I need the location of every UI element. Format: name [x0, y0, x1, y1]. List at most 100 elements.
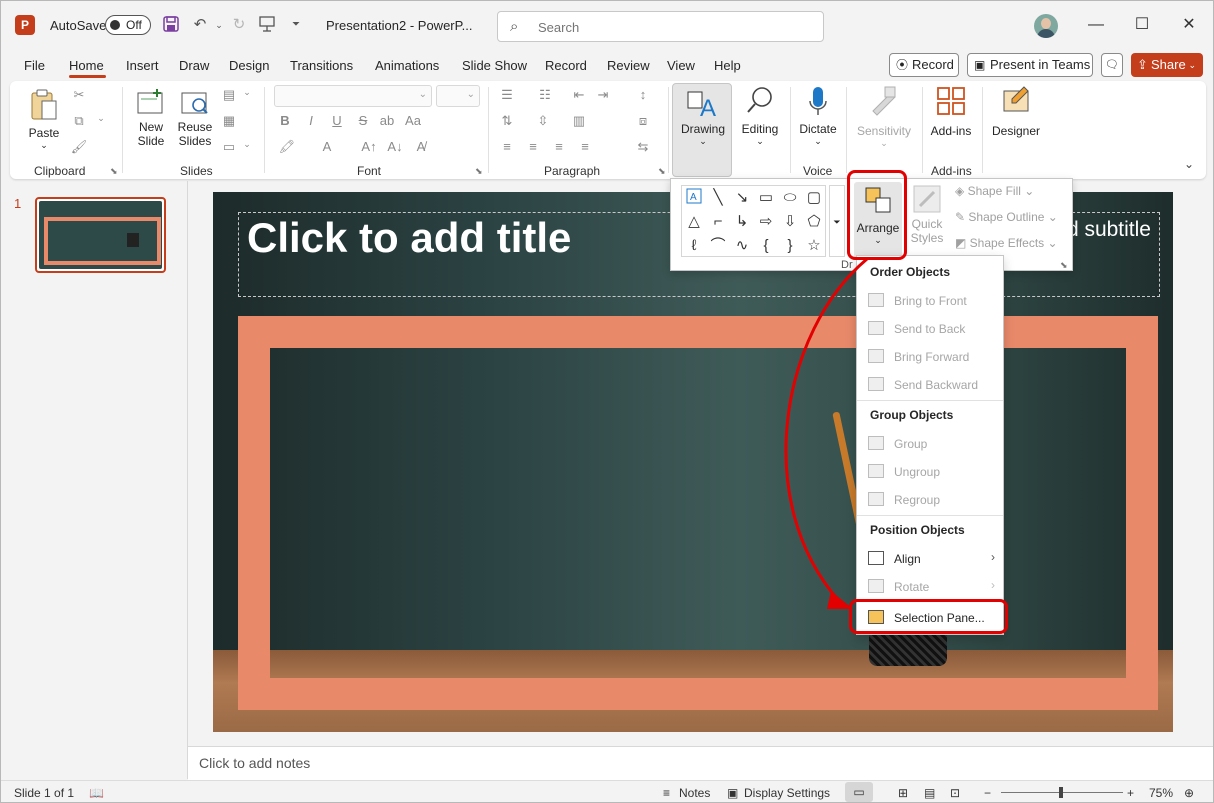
zoom-in-icon[interactable]: + [1127, 786, 1134, 800]
highlight-icon[interactable]: 🖍 [278, 139, 296, 155]
tab-file[interactable]: File [24, 58, 45, 73]
copy-icon[interactable]: ⧉ [70, 113, 88, 129]
format-painter-icon[interactable]: 🖌 [70, 139, 88, 155]
autosave-toggle[interactable]: Off [105, 15, 151, 35]
reading-view-icon[interactable]: ▤ [924, 786, 935, 800]
tab-help[interactable]: Help [714, 58, 741, 73]
align-left-icon[interactable]: ≡ [498, 139, 516, 154]
tab-slide-show[interactable]: Slide Show [462, 58, 527, 73]
shape-outline-button[interactable]: ✎ Shape Outline ⌄ [955, 210, 1058, 224]
regroup-item[interactable]: Regroup [857, 487, 1003, 513]
elbow-connector-shape-icon[interactable]: ⌐ [708, 212, 728, 232]
slide-orange-frame[interactable] [238, 316, 1158, 710]
text-box-shape-icon[interactable]: A [684, 188, 704, 208]
document-title[interactable]: Presentation2 - PowerP... [326, 18, 472, 33]
shape-fill-button[interactable]: ◈ Shape Fill ⌄ [955, 184, 1034, 198]
maximize-icon[interactable]: ☐ [1132, 15, 1152, 35]
shape-effects-button[interactable]: ◩ Shape Effects ⌄ [955, 236, 1058, 250]
tab-transitions[interactable]: Transitions [290, 58, 353, 73]
zoom-slider-thumb[interactable] [1059, 787, 1063, 798]
ungroup-item[interactable]: Ungroup [857, 459, 1003, 485]
designer-button[interactable]: Designer [988, 85, 1044, 138]
decrease-indent-icon[interactable]: ⇤ [570, 87, 588, 103]
editing-button[interactable]: Editing ⌄ [738, 85, 782, 147]
undo-dropdown-icon[interactable]: ⌄ [209, 15, 229, 35]
display-settings-icon[interactable]: ▣ [727, 786, 738, 800]
tab-review[interactable]: Review [607, 58, 650, 73]
slideshow-view-icon[interactable]: ⊡ [950, 786, 960, 800]
shapes-more-icon[interactable]: ⏷ [829, 185, 845, 257]
convert-icon[interactable]: ⇆ [634, 139, 652, 155]
slide-thumbnail[interactable] [35, 197, 166, 273]
save-icon[interactable] [161, 15, 181, 35]
slide-canvas[interactable]: Click to add title d subtitle [213, 192, 1173, 732]
group-item[interactable]: Group [857, 431, 1003, 457]
minimize-icon[interactable]: — [1086, 15, 1106, 35]
comments-button[interactable]: 🗨 [1101, 53, 1123, 77]
tab-animations[interactable]: Animations [375, 58, 439, 73]
tab-home[interactable]: Home [69, 58, 104, 73]
bold-icon[interactable]: B [276, 113, 294, 128]
elbow-arrow-shape-icon[interactable]: ↳ [732, 212, 752, 232]
arrow-line-shape-icon[interactable]: ↘ [732, 188, 752, 208]
font-color-icon[interactable]: A [318, 139, 336, 154]
align-center-icon[interactable]: ≡ [524, 139, 542, 154]
triangle-shape-icon[interactable]: △ [684, 212, 704, 232]
clipboard-launcher-icon[interactable]: ⬊ [110, 166, 118, 177]
right-arrow-shape-icon[interactable]: ⇨ [756, 212, 776, 232]
add-ins-button[interactable]: Add-ins [926, 85, 976, 138]
cut-icon[interactable]: ✂ [70, 87, 88, 103]
line-shape-icon[interactable]: ╲ [708, 188, 728, 208]
sensitivity-button[interactable]: Sensitivity ⌄ [852, 85, 916, 149]
align-item[interactable]: Align › [857, 546, 1003, 572]
present-from-beginning-icon[interactable] [257, 15, 277, 35]
share-button[interactable]: ⇪ Share ⌄ [1131, 53, 1203, 77]
accessibility-icon[interactable]: 📖 [89, 786, 104, 800]
drawing-button[interactable]: A Drawing ⌄ [672, 83, 732, 177]
decrease-font-icon[interactable]: A↓ [386, 139, 404, 154]
italic-icon[interactable]: I [302, 113, 320, 128]
drawing-launcher-icon[interactable]: ⬊ [1060, 260, 1068, 271]
customize-toolbar-icon[interactable]: ⏷ [286, 15, 306, 35]
section-icon[interactable]: ▭ [220, 139, 238, 155]
layout-icon[interactable]: ▤ [220, 87, 238, 103]
underline-icon[interactable]: U [328, 113, 346, 128]
tab-view[interactable]: View [667, 58, 695, 73]
down-arrow-shape-icon[interactable]: ⇩ [780, 212, 800, 232]
rotate-item[interactable]: Rotate › [857, 574, 1003, 600]
notes-toggle[interactable]: Notes [679, 786, 710, 800]
curve-shape-icon[interactable]: ∿ [732, 236, 752, 256]
send-to-back-item[interactable]: Send to Back [857, 316, 1003, 342]
avatar[interactable] [1034, 14, 1058, 38]
increase-font-icon[interactable]: A↑ [360, 139, 378, 154]
send-backward-item[interactable]: Send Backward [857, 372, 1003, 398]
paste-button[interactable]: Paste ⌄ [24, 87, 64, 151]
search-input[interactable] [538, 18, 808, 36]
oval-shape-icon[interactable]: ⬭ [780, 188, 800, 208]
section-dropdown-icon[interactable]: ⌄ [238, 139, 256, 150]
search-box[interactable]: ⌕ [497, 11, 824, 42]
record-button[interactable]: ⦿ Record [889, 53, 959, 77]
arc-shape-icon[interactable]: ⌒ [708, 236, 728, 256]
numbering-icon[interactable]: ☷ [536, 87, 554, 103]
increase-indent-icon[interactable]: ⇥ [594, 87, 612, 103]
align-right-icon[interactable]: ≡ [550, 139, 568, 154]
slide-sorter-icon[interactable]: ⊞ [898, 786, 908, 800]
zoom-out-icon[interactable]: − [984, 786, 991, 800]
bring-forward-item[interactable]: Bring Forward [857, 344, 1003, 370]
zoom-level[interactable]: 75% [1149, 786, 1173, 800]
present-in-teams-button[interactable]: ▣ Present in Teams [967, 53, 1093, 77]
close-icon[interactable]: ✕ [1179, 15, 1199, 35]
font-launcher-icon[interactable]: ⬊ [475, 166, 483, 177]
notes-icon[interactable]: ≡ [663, 786, 670, 800]
layout-dropdown-icon[interactable]: ⌄ [238, 87, 256, 98]
fit-slide-icon[interactable]: ⊕ [1184, 786, 1194, 800]
align-text-icon[interactable]: ⇳ [534, 113, 552, 129]
normal-view-icon[interactable]: ▭ [845, 782, 873, 802]
new-slide-button[interactable]: New Slide [131, 87, 171, 148]
clear-formatting-icon[interactable]: A̸ [412, 139, 430, 154]
font-size-dropdown[interactable]: ⌄ [436, 85, 480, 107]
dictate-button[interactable]: Dictate ⌄ [796, 85, 840, 147]
tab-insert[interactable]: Insert [126, 58, 159, 73]
change-case-icon[interactable]: Aa [404, 113, 422, 128]
